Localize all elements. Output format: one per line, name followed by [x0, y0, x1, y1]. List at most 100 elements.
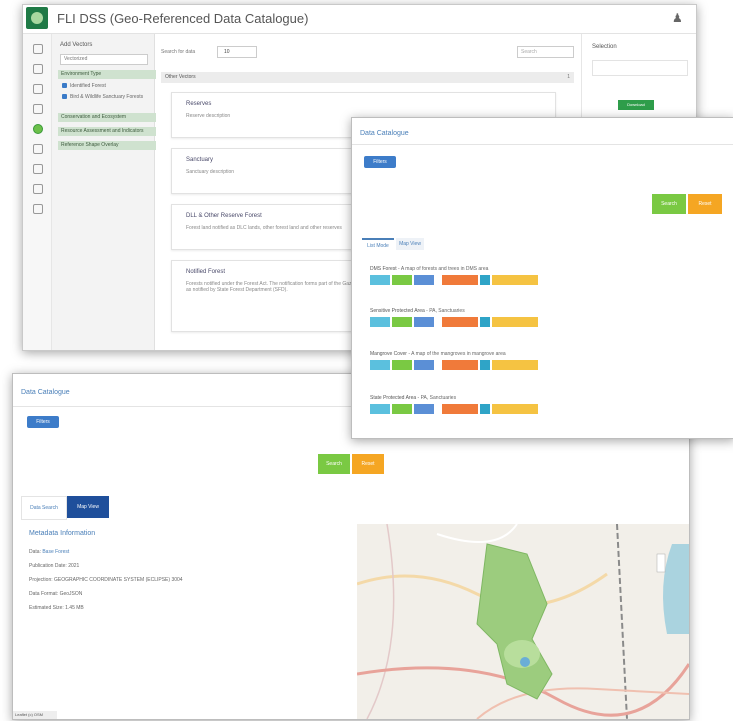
filter-group[interactable]: Conservation and Ecosystem: [58, 113, 156, 122]
chip-metadata-button[interactable]: [492, 360, 538, 370]
card-title: Sanctuary: [186, 157, 214, 163]
dataset-name: State Protected Area: [370, 395, 417, 401]
card-title: DLL & Other Reserve Forest: [186, 213, 262, 219]
nav-info-icon[interactable]: [33, 204, 43, 214]
nav-list-icon[interactable]: [33, 84, 43, 94]
chip-geojson-button[interactable]: [442, 404, 478, 414]
checkbox-icon[interactable]: [62, 83, 67, 89]
reset-button[interactable]: Reset: [688, 194, 722, 214]
dataset-desc: A map of the mangroves in mangrove area: [411, 351, 506, 357]
metadata-line: Publication Date: 2021: [29, 563, 80, 569]
page-size-label: Search for data: [161, 49, 196, 55]
chip-kml-button[interactable]: [392, 360, 412, 370]
dataset-title: Mangrove Cover - A map of the mangroves …: [370, 351, 506, 357]
reset-button[interactable]: Reset: [352, 454, 384, 474]
tab-map-view[interactable]: Map View: [67, 496, 109, 518]
nav-chart-icon[interactable]: [33, 164, 43, 174]
app-title: FLI DSS (Geo-Referenced Data Catalogue): [57, 11, 309, 26]
chip-geojson-button[interactable]: [442, 275, 478, 285]
chip-wms-button[interactable]: [414, 404, 434, 414]
dataset-desc: A map of forests and trees in DMS area: [400, 266, 489, 272]
dataset-row[interactable]: State Protected Area - PA, Sanctuaries: [370, 395, 538, 414]
format-chips: [370, 317, 570, 327]
card-title: Notified Forest: [186, 269, 226, 275]
filter-group[interactable]: Environment Type: [58, 70, 156, 79]
dataset-title: State Protected Area - PA, Sanctuaries: [370, 395, 457, 401]
group-header[interactable]: Other Vectors 1: [161, 72, 574, 83]
search-input[interactable]: Search: [517, 46, 574, 58]
chip-sep-button: [436, 275, 440, 285]
nav-user-icon[interactable]: [33, 184, 43, 194]
divider: [352, 144, 733, 145]
metadata-line: Projection: GEOGRAPHIC COORDINATE SYSTEM…: [29, 577, 183, 583]
nav-home-icon[interactable]: [33, 44, 43, 54]
metadata-line: Data Format: GeoJSON: [29, 591, 83, 597]
nav-active-icon[interactable]: [33, 124, 43, 134]
dataset-desc: PA, Sanctuaries: [420, 395, 457, 401]
chip-kml-button[interactable]: [392, 404, 412, 414]
chip-metadata-button[interactable]: [492, 317, 538, 327]
format-chips: [370, 404, 570, 414]
window-title: Data Catalogue: [360, 130, 409, 137]
dataset-title: Sensitive Protected Area - PA, Sanctuari…: [370, 308, 465, 314]
chip-geojson-button[interactable]: [442, 360, 478, 370]
tab-map-view[interactable]: Map View: [396, 238, 424, 250]
chip-metadata-button[interactable]: [492, 404, 538, 414]
chip-wms-button[interactable]: [414, 317, 434, 327]
dataset-desc: PA, Sanctuaries: [429, 308, 465, 314]
chip-info-button[interactable]: [480, 317, 490, 327]
download-button[interactable]: Download: [618, 100, 654, 110]
tab-data-search[interactable]: Data Search: [21, 496, 67, 520]
chip-metadata-button[interactable]: [492, 275, 538, 285]
dataset-title: DMS Forest - A map of forests and trees …: [370, 266, 489, 272]
filter-panel: Add Vectors Vectorized Environment Type …: [52, 34, 156, 350]
dataset-name: Mangrove Cover: [370, 351, 407, 357]
chip-info-button[interactable]: [480, 404, 490, 414]
card-title: Reserves: [186, 101, 212, 107]
map-canvas[interactable]: [357, 524, 689, 719]
format-chips: [370, 360, 570, 370]
selection-box: [592, 60, 688, 76]
page-size-select[interactable]: 10: [217, 46, 257, 58]
metadata-line: Estimated Size: 1.45 MB: [29, 605, 84, 611]
dataset-name: Sensitive Protected Area: [370, 308, 425, 314]
user-icon[interactable]: ♟: [672, 11, 686, 25]
nav-rail: [23, 34, 52, 350]
dataset-name: DMS Forest: [370, 266, 397, 272]
chip-shp-button[interactable]: [370, 317, 390, 327]
dataset-row[interactable]: Sensitive Protected Area - PA, Sanctuari…: [370, 308, 538, 327]
metadata-panel: Metadata Information Data: Base Forest P…: [29, 530, 183, 619]
chip-sep-button: [436, 317, 440, 327]
chip-shp-button[interactable]: [370, 275, 390, 285]
metadata-line: Data: Base Forest: [29, 549, 70, 555]
filter-heading: Add Vectors: [60, 42, 93, 48]
chip-shp-button[interactable]: [370, 404, 390, 414]
chip-kml-button[interactable]: [392, 275, 412, 285]
nav-grid-icon[interactable]: [33, 144, 43, 154]
search-button[interactable]: Search: [318, 454, 350, 474]
data-catalogue-window: Data Catalogue Filters Search Reset List…: [351, 117, 733, 439]
map-attribution: Leaflet (c) OSM: [13, 711, 57, 719]
dataset-row[interactable]: DMS Forest - A map of forests and trees …: [370, 266, 538, 285]
filter-checkbox[interactable]: Bird & Wildlife Sanctuary Forests: [62, 94, 154, 101]
metadata-title: Metadata Information: [29, 530, 96, 537]
chip-wms-button[interactable]: [414, 275, 434, 285]
filter-checkbox[interactable]: Identified Forest: [62, 83, 154, 90]
filters-button[interactable]: Filters: [27, 416, 59, 428]
chip-info-button[interactable]: [480, 360, 490, 370]
filter-group[interactable]: Reference Shape Overlay: [58, 141, 156, 150]
checkbox-icon[interactable]: [62, 94, 67, 100]
nav-layers-icon[interactable]: [33, 64, 43, 74]
chip-kml-button[interactable]: [392, 317, 412, 327]
tab-list-mode[interactable]: List Mode: [362, 238, 394, 252]
dataset-row[interactable]: Mangrove Cover - A map of the mangroves …: [370, 351, 538, 370]
chip-geojson-button[interactable]: [442, 317, 478, 327]
search-button[interactable]: Search: [652, 194, 686, 214]
filters-button[interactable]: Filters: [364, 156, 396, 168]
filter-select[interactable]: Vectorized: [60, 54, 148, 65]
chip-info-button[interactable]: [480, 275, 490, 285]
chip-shp-button[interactable]: [370, 360, 390, 370]
filter-group[interactable]: Resource Assessment and Indicators: [58, 127, 156, 136]
chip-wms-button[interactable]: [414, 360, 434, 370]
nav-settings-icon[interactable]: [33, 104, 43, 114]
